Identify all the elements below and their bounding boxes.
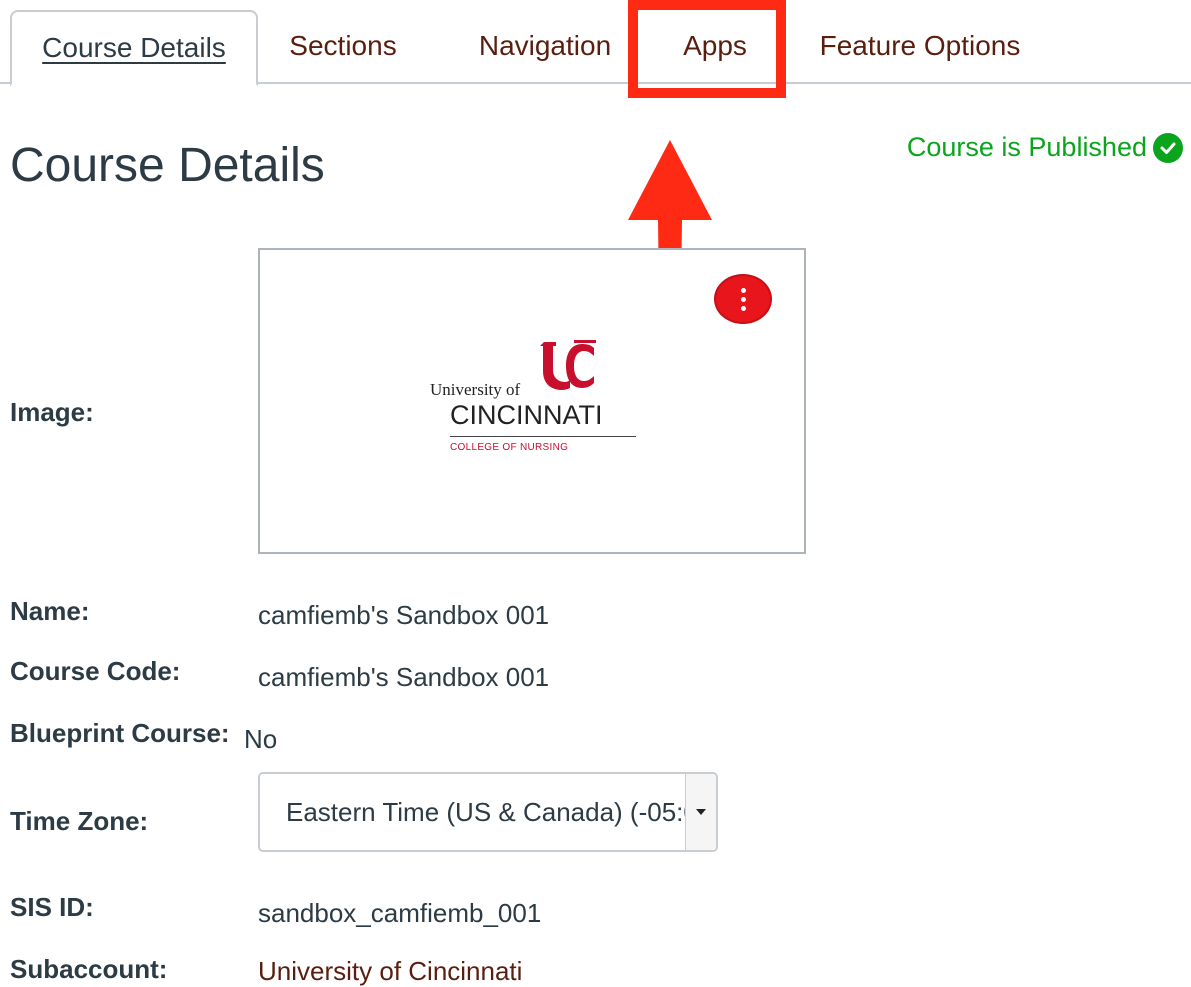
kebab-menu-icon[interactable] — [714, 274, 772, 324]
subaccount-link[interactable]: University of Cincinnati — [258, 956, 522, 987]
tab-course-details[interactable]: Course Details — [10, 10, 258, 86]
course-image[interactable]: University of CINCINNATI COLLEGE OF NURS… — [258, 248, 806, 554]
caret-down-icon — [696, 809, 706, 815]
sis-id-label: SIS ID: — [10, 892, 94, 922]
apps-highlight-annotation — [628, 0, 786, 98]
tab-label: Feature Options — [819, 30, 1021, 61]
tab-label: Course Details — [42, 32, 226, 63]
tab-label: Sections — [289, 30, 397, 61]
image-label: Image: — [10, 397, 94, 427]
university-logo: University of CINCINNATI COLLEGE OF NURS… — [426, 340, 642, 466]
course-code-label: Course Code: — [10, 656, 181, 686]
tab-label: Navigation — [478, 30, 612, 61]
blueprint-label: Blueprint Course: — [10, 718, 230, 748]
uc-logo-icon — [540, 340, 596, 390]
subaccount-label: Subaccount: — [10, 954, 168, 984]
logo-line-2: CINCINNATI — [450, 400, 603, 430]
time-zone-selected-value: Eastern Time (US & Canada) (-05:00) — [286, 797, 690, 827]
course-code-value: camfiemb's Sandbox 001 — [258, 662, 550, 692]
name-value: camfiemb's Sandbox 001 — [258, 600, 550, 630]
time-zone-label: Time Zone: — [10, 806, 149, 836]
logo-line-1: University of — [430, 380, 521, 399]
name-label: Name: — [10, 596, 90, 626]
tab-navigation[interactable]: Navigation — [440, 10, 650, 84]
publish-status-text: Course is Published — [906, 132, 1147, 162]
sis-id-value: sandbox_camfiemb_001 — [258, 898, 542, 928]
check-circle-icon — [1153, 132, 1183, 163]
blueprint-value: No — [244, 724, 278, 754]
time-zone-select[interactable]: Eastern Time (US & Canada) (-05:00) — [258, 772, 718, 852]
course-settings-tabs: Course Details Sections Navigation Apps … — [0, 0, 1191, 86]
select-dropdown-button[interactable] — [685, 774, 716, 850]
tab-sections[interactable]: Sections — [262, 10, 424, 84]
tab-feature-options[interactable]: Feature Options — [800, 10, 1040, 84]
logo-line-3: COLLEGE OF NURSING — [450, 442, 569, 453]
publish-status: Course is Published — [907, 132, 1183, 163]
page-title: Course Details — [10, 139, 325, 192]
logo-divider — [450, 436, 636, 437]
